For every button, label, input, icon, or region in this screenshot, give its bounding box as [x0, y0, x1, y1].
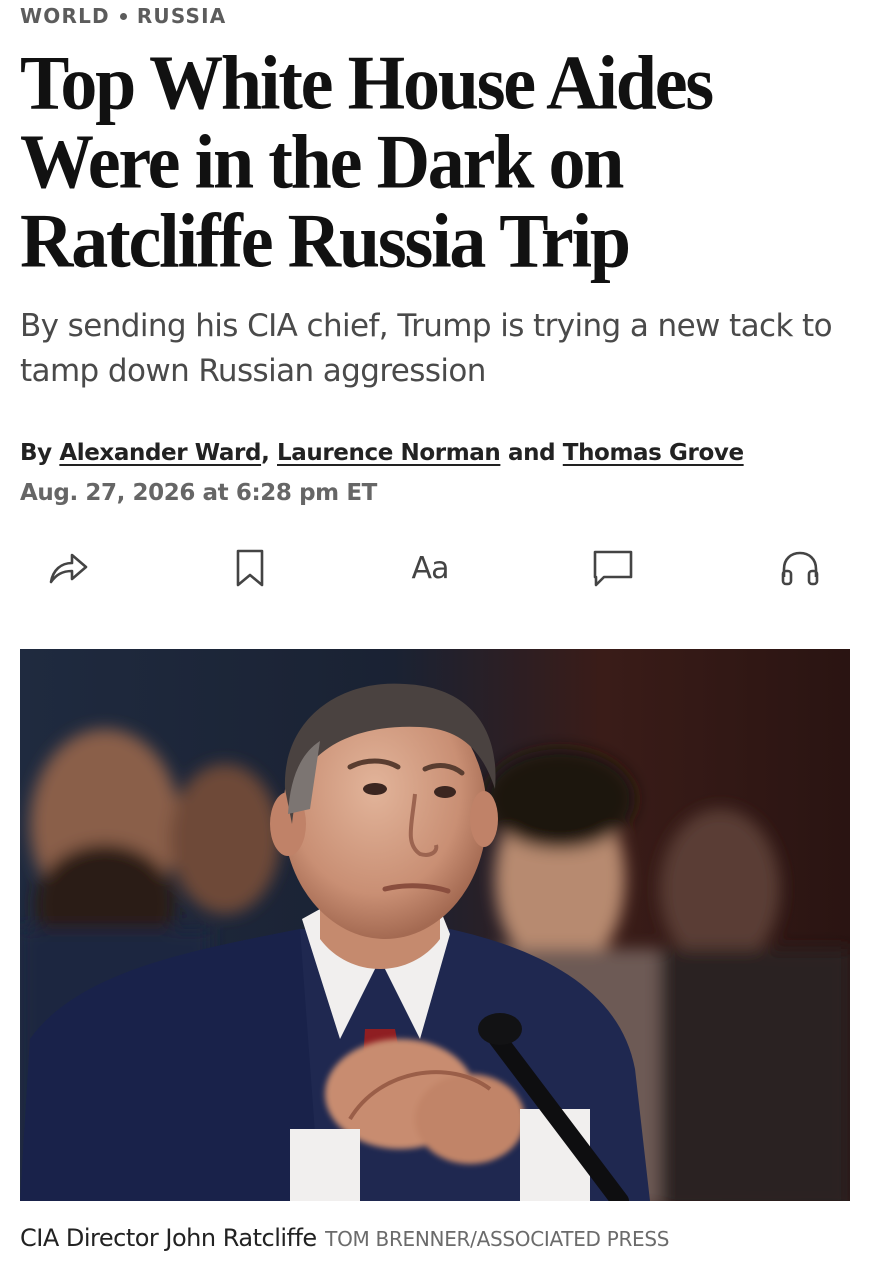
comments-button[interactable]: [585, 540, 641, 596]
lead-photo[interactable]: [20, 649, 850, 1201]
author-link-norman[interactable]: Laurence Norman: [277, 440, 501, 466]
bookmark-button[interactable]: [222, 540, 278, 596]
text-size-icon: Aa: [411, 550, 450, 586]
comment-icon: [591, 547, 635, 589]
author-link-grove[interactable]: Thomas Grove: [563, 440, 744, 466]
article-headline: Top White House Aides Were in the Dark o…: [20, 40, 714, 285]
section-link-russia[interactable]: RUSSIA: [137, 4, 227, 28]
byline-prefix: By: [20, 440, 52, 466]
article-toolbar: Aa: [0, 540, 870, 596]
byline-conjunction: and: [508, 440, 556, 466]
lead-photo-image: [20, 649, 850, 1201]
byline-comma: ,: [261, 440, 270, 466]
kicker-separator-dot: [119, 12, 127, 20]
listen-button[interactable]: [772, 540, 828, 596]
share-button[interactable]: [40, 540, 96, 596]
text-size-button[interactable]: Aa: [402, 540, 458, 596]
article-dek: By sending his CIA chief, Trump is tryin…: [20, 308, 833, 389]
headphones-icon: [778, 547, 822, 589]
photo-credit: TOM BRENNER/ASSOCIATED PRESS: [325, 1227, 670, 1251]
section-kicker: WORLD RUSSIA: [20, 2, 226, 30]
caption-text: CIA Director John Ratcliffe: [20, 1224, 317, 1252]
section-link-world[interactable]: WORLD: [20, 4, 110, 28]
photo-caption: CIA Director John Ratcliffe TOM BRENNER/…: [20, 1224, 669, 1252]
share-icon: [46, 548, 90, 588]
bookmark-icon: [233, 547, 267, 589]
author-link-ward[interactable]: Alexander Ward: [59, 440, 261, 466]
byline: By Alexander Ward, Laurence Norman and T…: [20, 440, 744, 466]
article-page: WORLD RUSSIA Top White House Aides Were …: [0, 0, 870, 1279]
publish-timestamp: Aug. 27, 2026 at 6:28 pm ET: [20, 480, 377, 506]
